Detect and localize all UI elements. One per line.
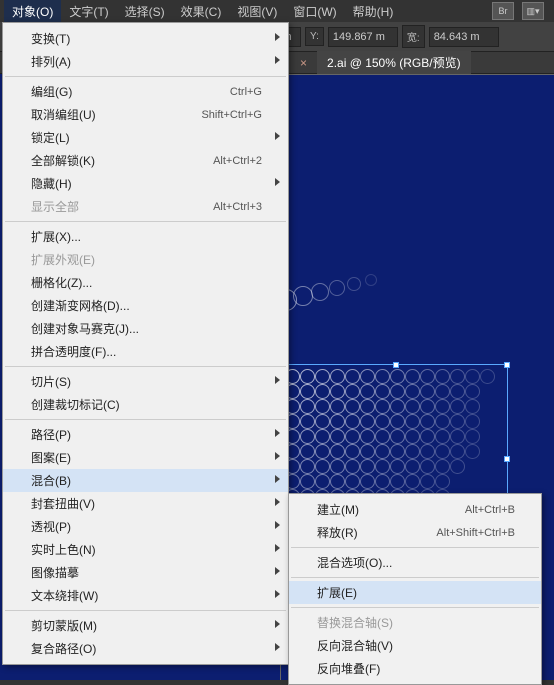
submenu-make[interactable]: 建立(M)Alt+Ctrl+B xyxy=(289,498,541,521)
chevron-right-icon xyxy=(275,475,280,483)
menu-hide[interactable]: 隐藏(H) xyxy=(3,172,288,195)
menu-ungroup[interactable]: 取消编组(U)Shift+Ctrl+G xyxy=(3,103,288,126)
menu-expand[interactable]: 扩展(X)... xyxy=(3,225,288,248)
handle-tr[interactable] xyxy=(504,362,510,368)
w-label: 宽: xyxy=(402,25,425,48)
menu-group[interactable]: 编组(G)Ctrl+G xyxy=(3,80,288,103)
menu-flatten[interactable]: 拼合透明度(F)... xyxy=(3,340,288,363)
chevron-right-icon xyxy=(275,132,280,140)
y-label: Y: xyxy=(305,27,324,46)
submenu-reverse-front[interactable]: 反向堆叠(F) xyxy=(289,657,541,680)
menubar: 对象(O) 文字(T) 选择(S) 效果(C) 视图(V) 窗口(W) 帮助(H… xyxy=(0,0,554,22)
menu-type[interactable]: 文字(T) xyxy=(61,0,116,23)
w-input[interactable]: 84.643 m xyxy=(429,27,499,47)
chevron-right-icon xyxy=(275,452,280,460)
menu-clipping-mask[interactable]: 剪切蒙版(M) xyxy=(3,614,288,637)
arrange-docs-icon[interactable]: ▥▾ xyxy=(522,2,544,20)
menu-trim-marks[interactable]: 创建裁切标记(C) xyxy=(3,393,288,416)
chevron-right-icon xyxy=(275,33,280,41)
menubar-icons: Br ▥▾ xyxy=(492,2,550,20)
menu-view[interactable]: 视图(V) xyxy=(229,0,285,23)
menu-arrange[interactable]: 排列(A) xyxy=(3,50,288,73)
chevron-right-icon xyxy=(275,620,280,628)
chevron-right-icon xyxy=(275,56,280,64)
menu-gradient-mesh[interactable]: 创建渐变网格(D)... xyxy=(3,294,288,317)
chevron-right-icon xyxy=(275,498,280,506)
chevron-right-icon xyxy=(275,429,280,437)
menu-help[interactable]: 帮助(H) xyxy=(345,0,402,23)
menu-unlock-all[interactable]: 全部解锁(K)Alt+Ctrl+2 xyxy=(3,149,288,172)
menu-object[interactable]: 对象(O) xyxy=(4,0,61,23)
menu-envelope[interactable]: 封套扭曲(V) xyxy=(3,492,288,515)
submenu-replace-spine: 替换混合轴(S) xyxy=(289,611,541,634)
menu-pattern[interactable]: 图案(E) xyxy=(3,446,288,469)
menu-show-all: 显示全部Alt+Ctrl+3 xyxy=(3,195,288,218)
menu-blend[interactable]: 混合(B) xyxy=(3,469,288,492)
menu-effect[interactable]: 效果(C) xyxy=(173,0,230,23)
menu-path[interactable]: 路径(P) xyxy=(3,423,288,446)
submenu-expand[interactable]: 扩展(E) xyxy=(289,581,541,604)
menu-mosaic[interactable]: 创建对象马赛克(J)... xyxy=(3,317,288,340)
chevron-right-icon xyxy=(275,544,280,552)
chevron-right-icon xyxy=(275,567,280,575)
separator xyxy=(5,76,286,77)
dirty-indicator-icon: × xyxy=(300,56,307,70)
blend-submenu: 建立(M)Alt+Ctrl+B 释放(R)Alt+Shift+Ctrl+B 混合… xyxy=(288,493,542,685)
separator xyxy=(291,577,539,578)
y-input[interactable]: 149.867 m xyxy=(328,27,398,47)
tab-label: 2.ai @ 150% (RGB/预览) xyxy=(327,54,461,71)
submenu-options[interactable]: 混合选项(O)... xyxy=(289,551,541,574)
separator xyxy=(5,366,286,367)
chevron-right-icon xyxy=(275,643,280,651)
tab-inactive[interactable]: × xyxy=(290,53,317,73)
chevron-right-icon xyxy=(275,590,280,598)
menu-text-wrap[interactable]: 文本绕排(W) xyxy=(3,584,288,607)
separator xyxy=(5,610,286,611)
menu-expand-appearance: 扩展外观(E) xyxy=(3,248,288,271)
tab-active[interactable]: 2.ai @ 150% (RGB/预览) xyxy=(317,51,471,74)
separator xyxy=(291,607,539,608)
menu-window[interactable]: 窗口(W) xyxy=(285,0,344,23)
separator xyxy=(5,419,286,420)
menu-compound-path[interactable]: 复合路径(O) xyxy=(3,637,288,660)
separator xyxy=(5,221,286,222)
handle-tm[interactable] xyxy=(393,362,399,368)
chevron-right-icon xyxy=(275,178,280,186)
menu-perspective[interactable]: 透视(P) xyxy=(3,515,288,538)
bridge-icon[interactable]: Br xyxy=(492,2,514,20)
chevron-right-icon xyxy=(275,376,280,384)
separator xyxy=(291,547,539,548)
chevron-right-icon xyxy=(275,521,280,529)
menu-slice[interactable]: 切片(S) xyxy=(3,370,288,393)
menu-live-paint[interactable]: 实时上色(N) xyxy=(3,538,288,561)
object-menu-dropdown: 变换(T) 排列(A) 编组(G)Ctrl+G 取消编组(U)Shift+Ctr… xyxy=(2,22,289,665)
menu-select[interactable]: 选择(S) xyxy=(117,0,173,23)
handle-rm[interactable] xyxy=(504,456,510,462)
submenu-release[interactable]: 释放(R)Alt+Shift+Ctrl+B xyxy=(289,521,541,544)
menu-lock[interactable]: 锁定(L) xyxy=(3,126,288,149)
menu-rasterize[interactable]: 栅格化(Z)... xyxy=(3,271,288,294)
menu-image-trace[interactable]: 图像描摹 xyxy=(3,561,288,584)
menu-transform[interactable]: 变换(T) xyxy=(3,27,288,50)
submenu-reverse-spine[interactable]: 反向混合轴(V) xyxy=(289,634,541,657)
